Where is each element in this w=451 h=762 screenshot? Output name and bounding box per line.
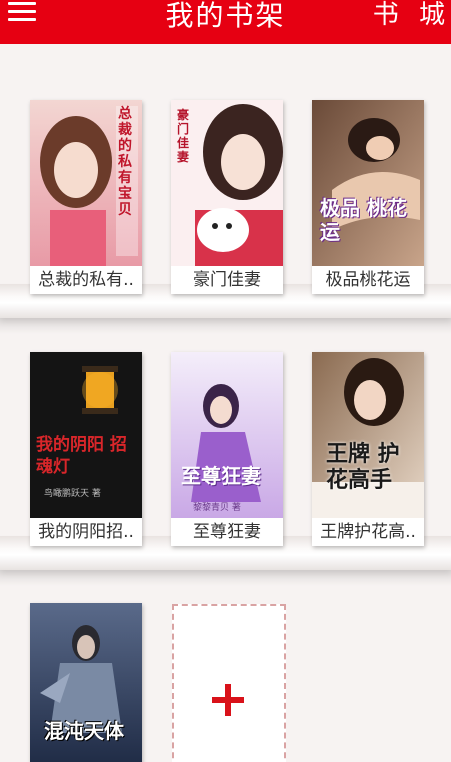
cover-text: 豪门佳妻 (177, 108, 190, 164)
book-cover: 至尊狂妻 黎黎青贝 著 (171, 352, 283, 518)
cover-text: 混沌天体 (44, 719, 124, 743)
book-item[interactable]: 豪门佳妻 豪门佳妻 (171, 100, 283, 294)
book-title: 豪门佳妻 (171, 266, 283, 294)
book-title: 我的阴阳招.. (30, 518, 142, 546)
book-item[interactable]: 我的阴阳 招魂灯 鸟瞰鹏跃天 著 我的阴阳招.. (30, 352, 142, 546)
book-cover: 极品 桃花运 (312, 100, 424, 266)
cover-text: 极品 桃花运 (320, 196, 407, 244)
cover-author: 黎黎青贝 著 (193, 503, 241, 513)
bookstore-button[interactable]: 书 城 (373, 0, 451, 31)
book-title: 至尊狂妻 (171, 518, 283, 546)
book-item[interactable]: 极品 桃花运 极品桃花运 (312, 100, 424, 294)
add-book-button[interactable] (172, 604, 286, 762)
cover-text: 王牌 护花高手 (326, 442, 400, 493)
shelf-shadow (0, 318, 451, 334)
cover-text: 至尊狂妻 (181, 464, 261, 488)
shelf-shadow (0, 570, 451, 586)
cover-text: 我的阴阳 招魂灯 (36, 435, 127, 477)
book-item[interactable]: 总裁的私有宝贝 总裁的私有.. (30, 100, 142, 294)
book-title: 总裁的私有.. (30, 266, 142, 294)
book-item[interactable]: 王牌 护花高手 王牌护花高.. (312, 352, 424, 546)
cover-text: 总裁的私有宝贝 (118, 106, 132, 218)
cover-author: 鸟瞰鹏跃天 著 (44, 489, 101, 499)
book-cover: 混沌天体 (30, 603, 142, 762)
book-item[interactable]: 混沌天体 (30, 603, 142, 762)
bookshelf-screen: 我的书架 书 城 总裁的私有宝贝 总裁的私有.. 豪门佳妻 豪门佳妻 极品 桃花… (0, 0, 451, 762)
top-bar: 我的书架 书 城 (0, 0, 451, 44)
book-title: 极品桃花运 (312, 266, 424, 294)
book-cover: 总裁的私有宝贝 (30, 100, 142, 266)
book-item[interactable]: 至尊狂妻 黎黎青贝 著 至尊狂妻 (171, 352, 283, 546)
book-cover: 我的阴阳 招魂灯 鸟瞰鹏跃天 著 (30, 352, 142, 518)
book-cover: 豪门佳妻 (171, 100, 283, 266)
book-title: 王牌护花高.. (312, 518, 424, 546)
book-cover: 王牌 护花高手 (312, 352, 424, 518)
